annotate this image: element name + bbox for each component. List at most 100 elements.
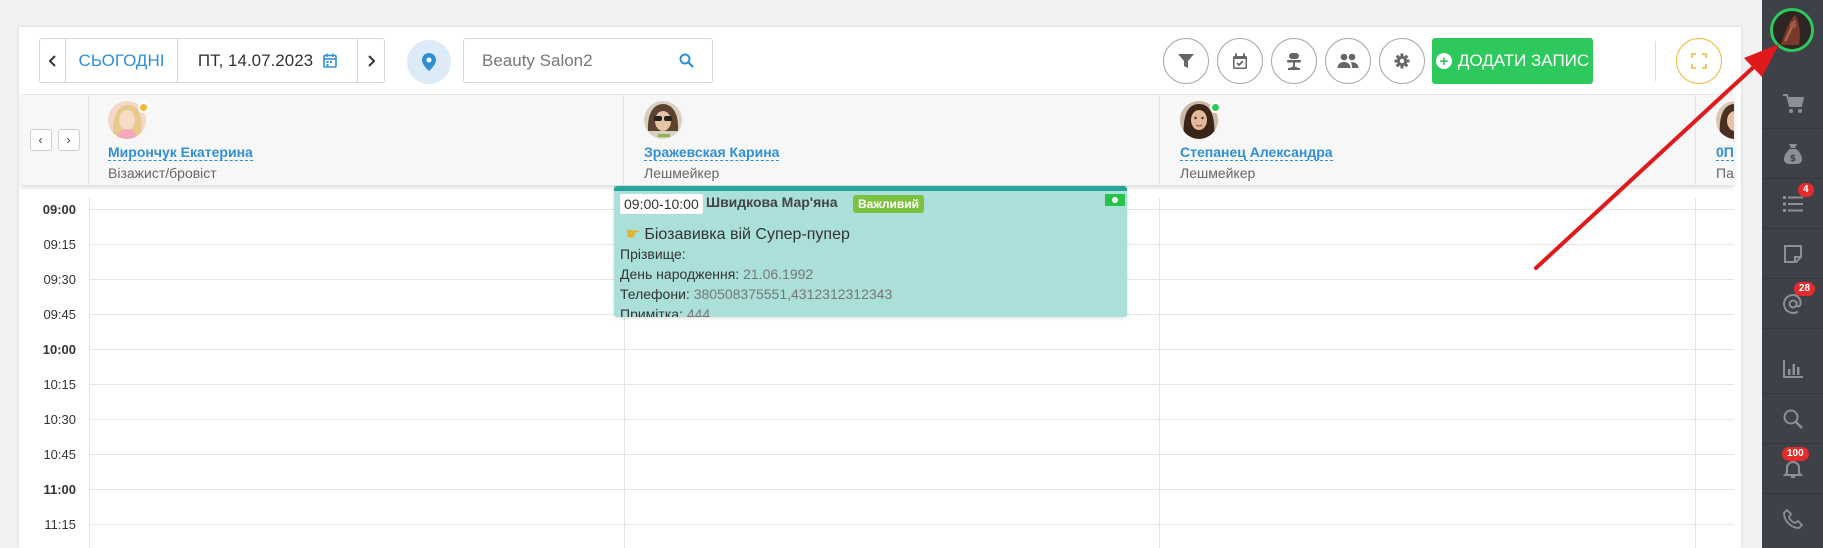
rail-item-mentions[interactable]: 28 xyxy=(1762,279,1823,329)
rail-item-phone[interactable] xyxy=(1762,494,1823,544)
rail-item-notifications[interactable]: 100 xyxy=(1762,444,1823,494)
note-icon xyxy=(1783,244,1802,263)
cash-icon xyxy=(1105,194,1125,206)
status-dot xyxy=(1210,102,1221,113)
salon-search-input[interactable]: Beauty Salon2 xyxy=(463,38,713,83)
rail-item-notes[interactable] xyxy=(1762,229,1823,279)
notification-badge: 4 xyxy=(1798,183,1814,197)
phones-value: 380508375551,4312312312343 xyxy=(693,286,893,302)
calendar-check-icon xyxy=(1233,53,1247,69)
cart-icon xyxy=(1782,93,1804,113)
rail-item-analytics[interactable] xyxy=(1762,344,1823,394)
time-column: 09:00 09:15 09:30 09:45 10:00 10:15 10:3… xyxy=(19,198,89,548)
staff-name[interactable]: Зражевская Карина xyxy=(644,144,780,161)
fullscreen-button[interactable] xyxy=(1676,38,1722,84)
column-divider xyxy=(1695,198,1696,548)
rail-item-tasks[interactable]: 4 xyxy=(1762,179,1823,229)
staff-prev-button[interactable]: ‹ xyxy=(29,129,52,151)
birthday-value: 21.06.1992 xyxy=(743,266,814,282)
time-label: 10:45 xyxy=(43,447,76,462)
phone-icon xyxy=(1782,509,1803,529)
grid-line xyxy=(89,349,1734,350)
grid-line xyxy=(89,419,1734,420)
date-navigator: СЬОГОДНІ ПТ, 14.07.2023 xyxy=(39,38,385,83)
notification-badge: 28 xyxy=(1794,282,1816,296)
surname-label: Прізвище: xyxy=(620,246,686,262)
user-avatar[interactable] xyxy=(1770,8,1814,52)
chevron-left-icon xyxy=(48,54,56,67)
notification-badge: 100 xyxy=(1782,447,1809,461)
staff-column-3[interactable]: Степанец Александра Лешмейкер xyxy=(1161,95,1696,185)
service-name: Біозавивка вій Супер-пупер xyxy=(644,226,850,243)
time-label: 09:45 xyxy=(43,307,76,322)
column-divider xyxy=(1159,198,1160,548)
toolbar: СЬОГОДНІ ПТ, 14.07.2023 Beauty Salon2 + … xyxy=(19,27,1741,94)
filter-button[interactable] xyxy=(1163,38,1209,84)
appointment-client: Швидкова Мар'яна xyxy=(706,194,838,210)
search-icon[interactable] xyxy=(679,53,694,68)
staff-name[interactable]: Степанец Александра xyxy=(1180,144,1333,161)
note-label: Примітка: xyxy=(620,306,683,317)
calendar-icon xyxy=(323,53,337,68)
rail-item-cart[interactable] xyxy=(1762,79,1823,129)
staff-pager: ‹ › xyxy=(21,95,89,185)
staff-next-button[interactable]: › xyxy=(57,129,80,151)
at-sign-icon xyxy=(1782,293,1802,314)
time-label: 11:15 xyxy=(44,517,76,532)
staff-column-4[interactable]: 0П Па xyxy=(1697,95,1734,185)
staff-name[interactable]: Мирончук Екатерина xyxy=(108,144,253,161)
users-icon xyxy=(1337,53,1359,68)
rail-item-finance[interactable]: $ xyxy=(1762,129,1823,179)
right-sidebar: $ 4 28 100 xyxy=(1762,0,1823,548)
phones-label: Телефони: xyxy=(620,286,690,302)
time-label: 10:00 xyxy=(42,342,76,357)
add-record-button[interactable]: + ДОДАТИ ЗАПИС xyxy=(1432,38,1593,84)
grid-line xyxy=(89,524,1734,525)
prev-day-button[interactable] xyxy=(40,39,66,82)
add-record-label: ДОДАТИ ЗАПИС xyxy=(1457,51,1590,70)
note-value: 444 xyxy=(686,306,711,317)
chair-icon xyxy=(1287,53,1301,70)
status-badge: Важливий xyxy=(853,195,924,213)
grid-line xyxy=(89,384,1734,385)
task-list-icon xyxy=(1782,195,1803,212)
time-label: 09:30 xyxy=(43,272,76,287)
appointment-service: ☛ Біозавивка вій Супер-пупер xyxy=(626,224,850,244)
surname-line: Прізвище: xyxy=(620,246,686,262)
today-button[interactable]: СЬОГОДНІ xyxy=(66,39,178,82)
chart-icon xyxy=(1782,359,1803,378)
note-line: Примітка: 444 xyxy=(620,306,710,317)
workplace-button[interactable] xyxy=(1271,38,1317,84)
plus-circle-icon: + xyxy=(1435,53,1452,69)
time-label: 09:00 xyxy=(42,202,76,217)
filter-icon xyxy=(1178,54,1194,68)
appointment-card[interactable]: 09:00-10:00 Швидкова Мар'яна Важливий ☛ Б… xyxy=(614,186,1127,317)
next-day-button[interactable] xyxy=(358,39,384,82)
bell-icon xyxy=(1782,460,1803,478)
staff-name[interactable]: 0П xyxy=(1716,144,1734,161)
location-button[interactable] xyxy=(407,40,451,84)
staff-role: Лешмейкер xyxy=(1180,165,1256,181)
column-divider xyxy=(89,198,90,548)
staff-button[interactable] xyxy=(1325,38,1371,84)
staff-role: Лешмейкер xyxy=(644,165,720,181)
chevron-right-icon xyxy=(368,54,376,67)
date-value: ПТ, 14.07.2023 xyxy=(197,50,314,70)
phones-line: Телефони: 380508375551,4312312312343 xyxy=(620,286,892,302)
staff-column-1[interactable]: Мирончук Екатерина Візажист/бровіст xyxy=(89,95,624,185)
date-picker[interactable]: ПТ, 14.07.2023 xyxy=(178,39,358,82)
time-label: 10:15 xyxy=(43,377,76,392)
grid-line xyxy=(89,489,1734,490)
rail-item-search[interactable] xyxy=(1762,394,1823,444)
status-dot xyxy=(138,102,149,113)
settings-button[interactable] xyxy=(1379,38,1425,84)
map-pin-icon xyxy=(422,53,436,71)
time-label: 09:15 xyxy=(43,237,76,252)
avatar xyxy=(644,101,682,139)
staff-column-2[interactable]: Зражевская Карина Лешмейкер xyxy=(625,95,1160,185)
staff-role: Па xyxy=(1716,165,1734,181)
toolbar-divider xyxy=(1655,41,1656,81)
calendar-check-button[interactable] xyxy=(1217,38,1263,84)
money-bag-icon: $ xyxy=(1783,143,1802,164)
gear-icon xyxy=(1394,53,1410,69)
